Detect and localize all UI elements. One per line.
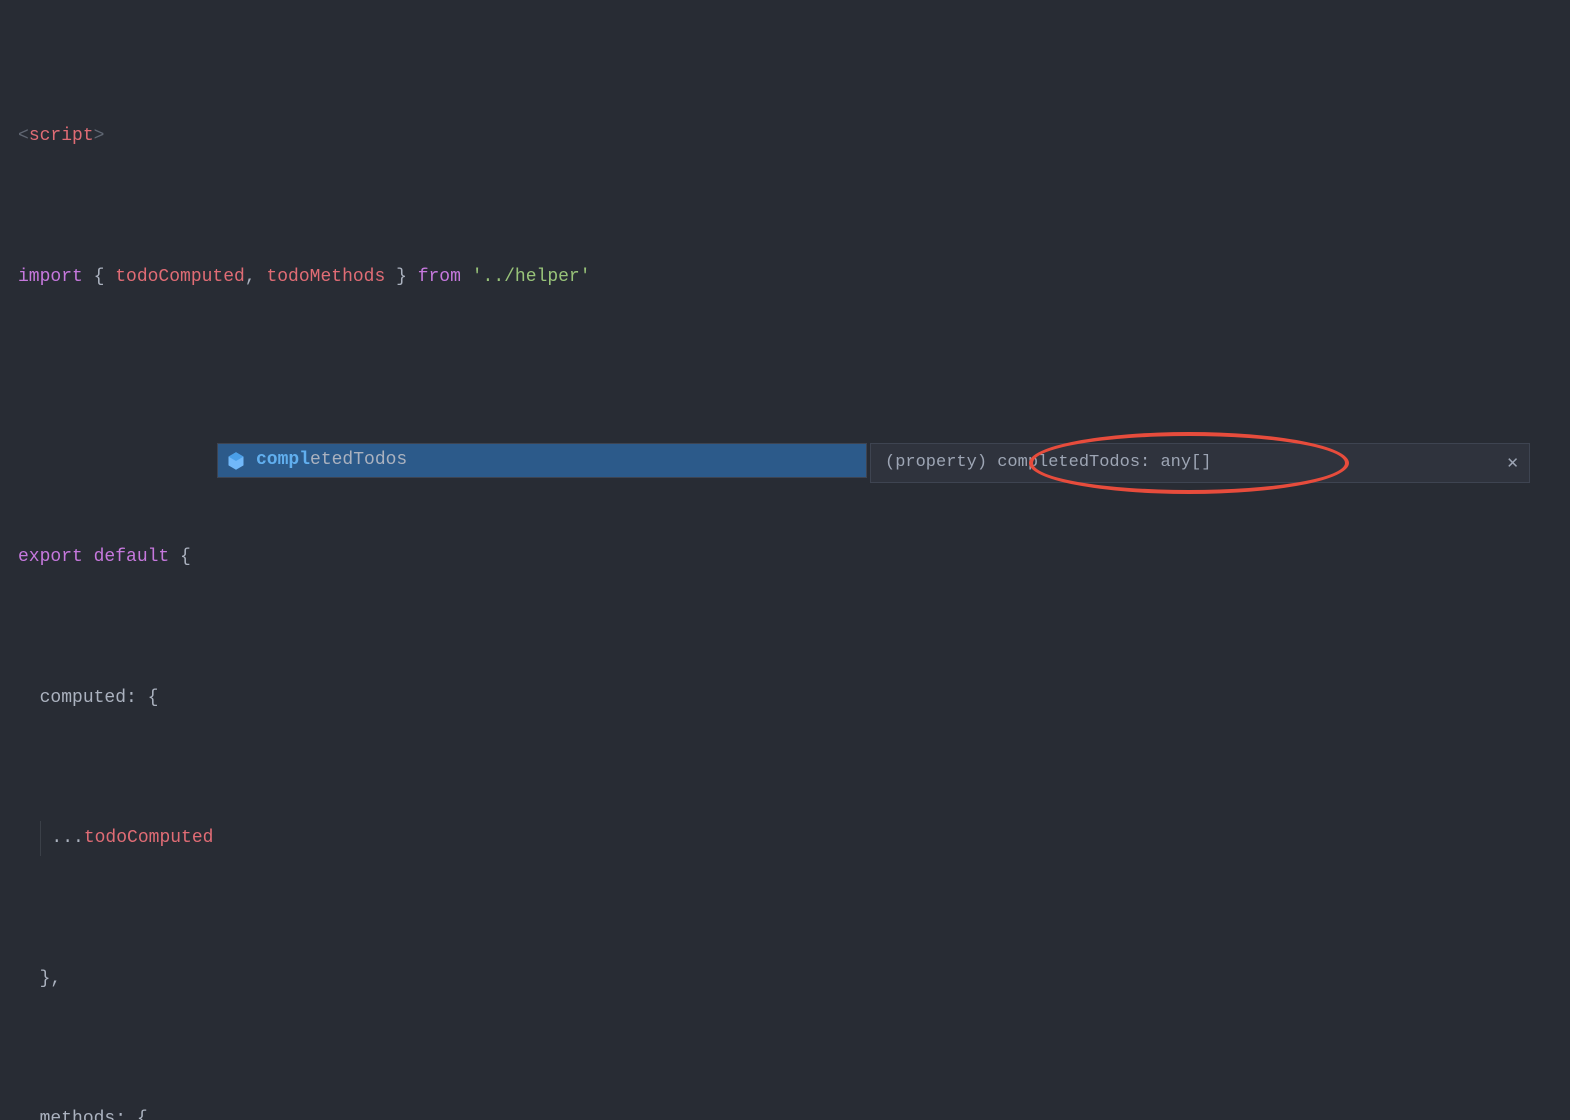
- code-line: export default {: [18, 540, 1552, 575]
- suggest-detail-widget: (property) completedTodos: any[] ✕: [870, 443, 1530, 483]
- code-line: ...todoComputed: [18, 821, 1552, 856]
- suggest-widget[interactable]: completedTodos: [217, 443, 867, 478]
- code-line: import { todoComputed, todoMethods } fro…: [18, 260, 1552, 295]
- code-editor[interactable]: <script> import { todoComputed, todoMeth…: [0, 0, 1570, 1120]
- suggest-item[interactable]: completedTodos: [218, 444, 866, 477]
- close-icon[interactable]: ✕: [1506, 450, 1519, 479]
- code-line: <script>: [18, 119, 1552, 154]
- suggest-detail-text: (property) completedTodos: any[]: [885, 446, 1211, 479]
- code-line: methods: {: [18, 1102, 1552, 1120]
- suggest-label: completedTodos: [256, 443, 407, 478]
- code-line: computed: {: [18, 681, 1552, 716]
- code-line: },: [18, 962, 1552, 997]
- code-line: [18, 400, 1552, 435]
- field-icon: [226, 451, 246, 471]
